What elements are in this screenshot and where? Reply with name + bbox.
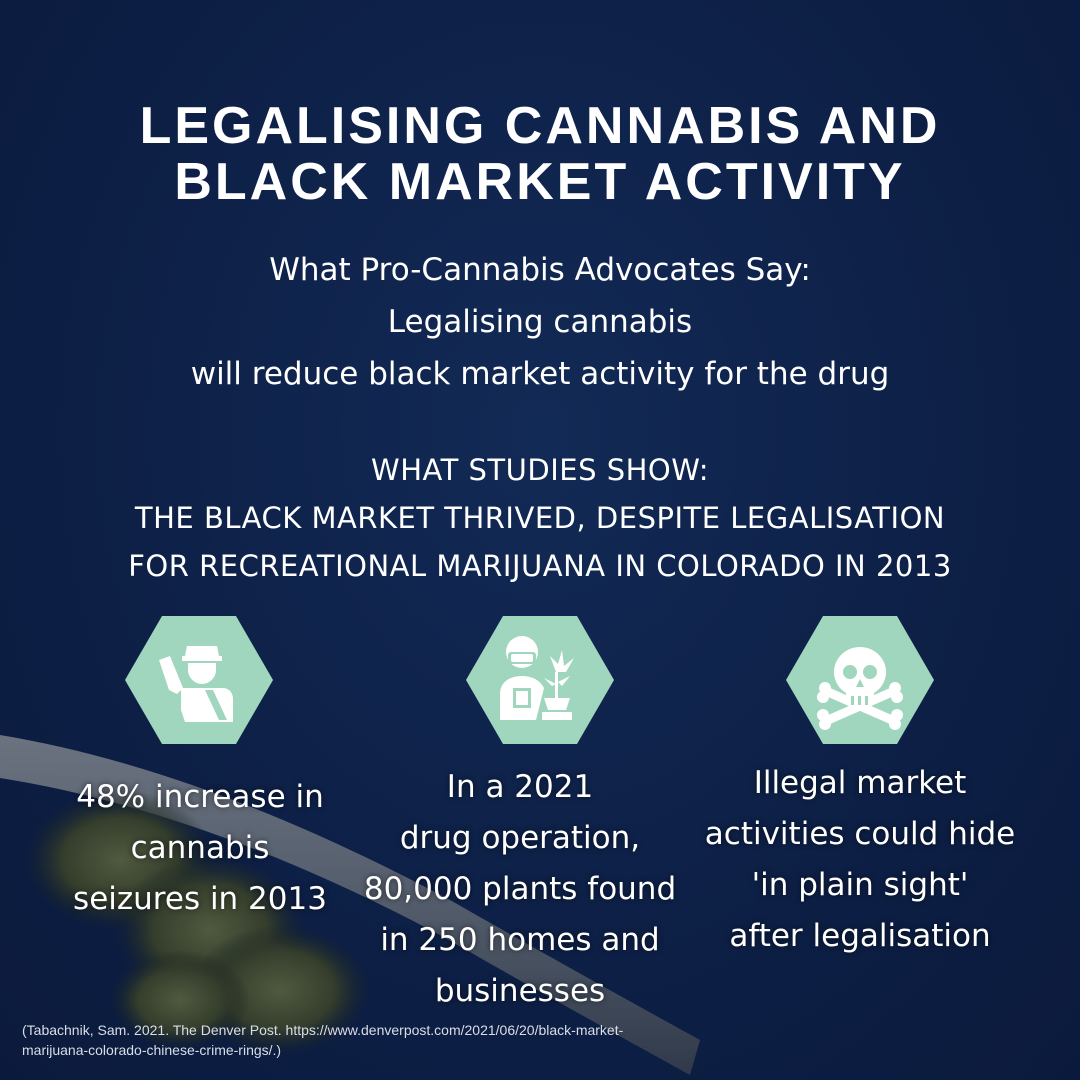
advocates-text-line-2: will reduce black market activity for th… (190, 356, 890, 392)
stat-3-line: Illegal market (753, 765, 967, 801)
studies-finding: WHAT STUDIES SHOW: THE BLACK MARKET THRI… (30, 446, 1050, 590)
stat-1-line: 48% increase in (76, 779, 324, 815)
title-line-2: BLACK MARKET ACTIVITY (174, 153, 906, 211)
stat-2-line: drug operation, (399, 820, 641, 856)
stat-1-line: seizures in 2013 (73, 881, 327, 917)
stat-1-line: cannabis (130, 830, 270, 866)
stat-1-hexagon (125, 616, 273, 744)
infographic-page: LEGALISING CANNABIS AND BLACK MARKET ACT… (0, 0, 1080, 1080)
advocates-heading: What Pro-Cannabis Advocates Say: (269, 252, 811, 288)
citation-line-1: (Tabachnik, Sam. 2021. The Denver Post. … (22, 1022, 624, 1038)
stat-3-text: Illegal market activities could hide 'in… (695, 758, 1025, 962)
stat-3-line: after legalisation (729, 918, 991, 954)
citation-line-2: marijuana-colorado-chinese-crime-rings/.… (22, 1042, 282, 1058)
stat-3-line: activities could hide (704, 816, 1016, 852)
stat-2-hexagon (466, 616, 614, 744)
studies-text-line-2: FOR RECREATIONAL MARIJUANA IN COLORADO I… (128, 549, 952, 583)
stat-1-text: 48% increase in cannabis seizures in 201… (50, 772, 350, 925)
stat-2-line: businesses (434, 973, 606, 1009)
page-title: LEGALISING CANNABIS AND BLACK MARKET ACT… (40, 98, 1040, 210)
stat-2-line: 80,000 plants found (363, 871, 677, 907)
advocates-text-line-1: Legalising cannabis (387, 304, 693, 340)
studies-heading: WHAT STUDIES SHOW: (371, 453, 709, 487)
stat-3-hexagon (786, 616, 934, 744)
skull-crossbones-icon (786, 616, 934, 744)
police-officer-icon (125, 616, 273, 744)
title-line-1: LEGALISING CANNABIS AND (139, 97, 941, 155)
advocates-claim: What Pro-Cannabis Advocates Say: Legalis… (40, 244, 1040, 400)
plant-grower-icon (466, 616, 614, 744)
source-citation: (Tabachnik, Sam. 2021. The Denver Post. … (22, 1020, 822, 1060)
studies-text-line-1: THE BLACK MARKET THRIVED, DESPITE LEGALI… (134, 501, 946, 535)
stat-2-line: in 250 homes and (380, 922, 660, 958)
stat-2-text: In a 2021 drug operation, 80,000 plants … (350, 762, 690, 1017)
stat-2-line: In a 2021 (446, 769, 594, 805)
stat-3-line: 'in plain sight' (751, 867, 969, 903)
